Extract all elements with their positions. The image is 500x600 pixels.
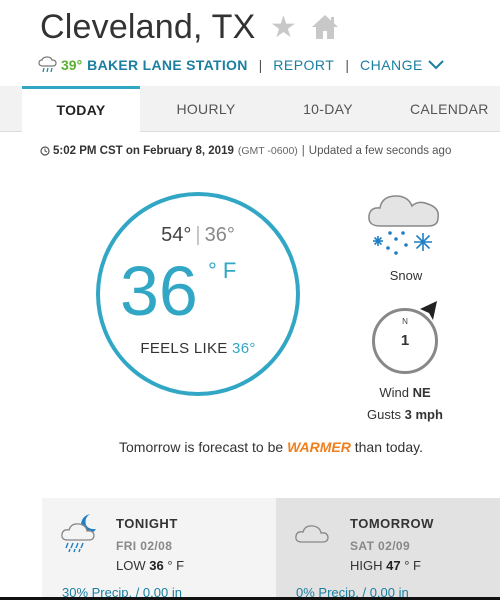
card-temp-value: 36 (149, 558, 164, 573)
gusts-value: 3 mph (404, 407, 443, 422)
forecast-text-end: than today. (350, 439, 423, 455)
separator: | (345, 57, 349, 73)
timestamp-separator: | (301, 145, 305, 157)
city-title: Cleveland, TX (40, 8, 256, 46)
wind-direction: NE (412, 385, 431, 400)
tab-10-day[interactable]: 10-DAY (268, 86, 388, 132)
timestamp-time: 5:02 PM CST on February 8, 2019 (53, 145, 234, 157)
timestamp-gmt: (GMT -0600) (237, 145, 298, 157)
night-rain-icon (61, 514, 96, 553)
tonight-card[interactable]: TONIGHT FRI 02/08 LOW 36 ° F 30% Precip.… (42, 498, 276, 600)
current-temp-circle: 54° | 36° 36 ° F FEELS LIKE 36° (96, 192, 300, 396)
wind-speed: 1 (400, 332, 410, 349)
wind-label: Wind (379, 385, 409, 400)
station-row: 39° BAKER LANE STATION | REPORT | CHANGE (38, 54, 444, 76)
tomorrow-card[interactable]: TOMORROW SAT 02/09 HIGH 47 ° F 0% Precip… (276, 498, 500, 600)
card-temp-unit: ° F (167, 558, 185, 573)
gusts-info: Gusts 3 mph (358, 407, 452, 422)
card-temp: LOW 36 ° F (116, 558, 184, 573)
observation-timestamp: 5:02 PM CST on February 8, 2019 (GMT -06… (40, 145, 451, 157)
wind-info: Wind NE (360, 385, 450, 400)
card-date: SAT 02/09 (350, 539, 411, 553)
temp-unit: ° F (208, 258, 237, 283)
card-temp: HIGH 47 ° F (350, 558, 421, 573)
low-temp: 36° (204, 224, 235, 246)
header: Cleveland, TX ★ 39° BAKER LANE STATION |… (0, 0, 500, 86)
star-icon[interactable]: ★ (270, 12, 302, 44)
home-icon[interactable] (310, 12, 340, 42)
forecast-highlight: WARMER (287, 439, 351, 455)
station-name-link[interactable]: BAKER LANE STATION (87, 57, 247, 73)
tab-hourly[interactable]: HOURLY (146, 86, 266, 132)
separator: | (258, 57, 263, 73)
card-temp-value: 47 (386, 558, 401, 573)
feels-like: FEELS LIKE 36° (100, 340, 296, 357)
station-temp: 39° (61, 57, 83, 73)
feels-like-label: FEELS LIKE (140, 340, 228, 357)
high-low: 54° | 36° (161, 224, 235, 246)
card-title: TOMORROW (350, 516, 434, 531)
change-link[interactable]: CHANGE (360, 57, 423, 73)
card-temp-unit: ° F (404, 558, 421, 573)
tab-calendar[interactable]: CALENDAR (410, 86, 500, 132)
chevron-down-icon[interactable] (428, 59, 444, 71)
high-temp: 54° (161, 224, 192, 246)
tab-bar: TODAY HOURLY 10-DAY CALENDAR (0, 86, 500, 133)
card-temp-label: LOW (116, 558, 146, 573)
forecast-summary: Tomorrow is forecast to be WARMER than t… (0, 439, 500, 455)
condition-label: Snow (389, 268, 423, 283)
card-title: TONIGHT (116, 516, 178, 531)
report-link[interactable]: REPORT (273, 57, 334, 73)
forecast-text: Tomorrow is forecast to be (119, 439, 288, 455)
snow-icon (368, 195, 440, 255)
tab-today[interactable]: TODAY (22, 86, 140, 133)
rain-icon (38, 56, 57, 73)
current-temp: 36 (120, 252, 198, 330)
clock-icon (40, 146, 50, 156)
timestamp-updated: Updated a few seconds ago (308, 145, 452, 157)
gusts-label: Gusts (367, 407, 402, 422)
cloud-icon (295, 525, 329, 543)
feels-like-value: 36° (232, 340, 256, 357)
wind-direction-icon (420, 301, 437, 320)
card-date: FRI 02/08 (116, 539, 173, 553)
card-temp-label: HIGH (350, 558, 383, 573)
